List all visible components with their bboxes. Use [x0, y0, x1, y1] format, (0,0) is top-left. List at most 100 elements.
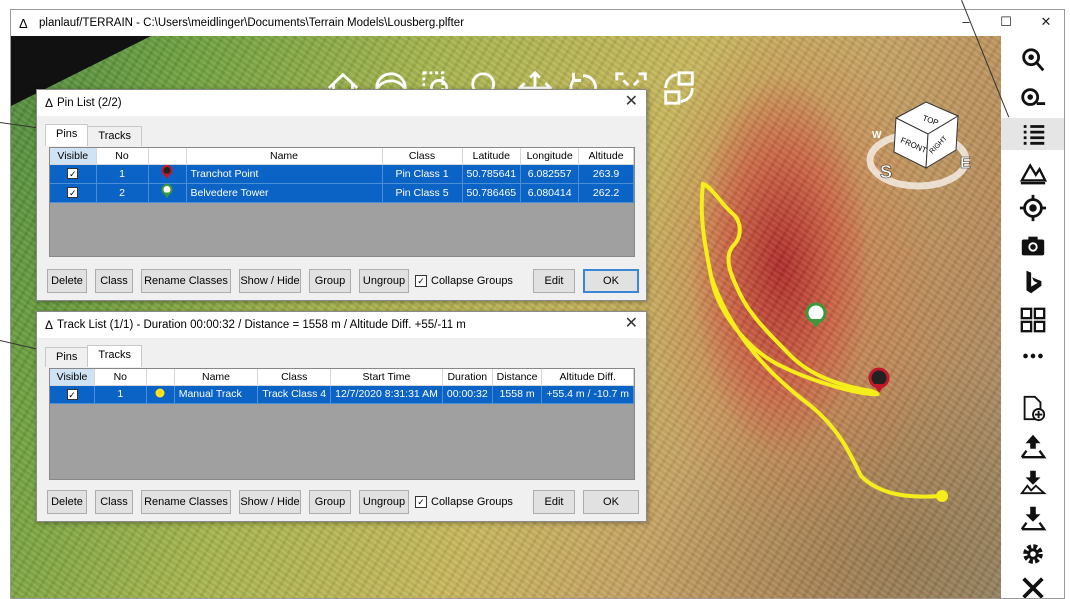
class-button[interactable]: Class: [95, 490, 133, 514]
bing-icon[interactable]: [1013, 266, 1053, 298]
tab-pins[interactable]: Pins: [45, 347, 89, 367]
row-class: Pin Class 5: [382, 183, 463, 203]
edit-button[interactable]: Edit: [533, 490, 575, 514]
delete-button[interactable]: Delete: [47, 269, 87, 293]
camera-icon[interactable]: [1013, 230, 1053, 262]
col-altitude[interactable]: Altitude: [578, 148, 634, 165]
find-icon[interactable]: [1013, 82, 1053, 114]
track-dialog-buttons: Delete Class Rename Classes Show / Hide …: [47, 489, 647, 515]
track-dialog-titlebar: Δ Track List (1/1) - Duration 00:00:32 /…: [37, 312, 646, 338]
list-icon[interactable]: [1001, 118, 1064, 150]
col-name[interactable]: Name: [174, 369, 259, 386]
show-hide-button[interactable]: Show / Hide: [239, 490, 301, 514]
tab-tracks[interactable]: Tracks: [87, 345, 142, 367]
group-button[interactable]: Group: [309, 490, 351, 514]
perspective-icon[interactable]: [657, 66, 701, 110]
ungroup-button[interactable]: Ungroup: [359, 490, 409, 514]
app-logo-icon: Δ: [19, 15, 28, 31]
col-duration[interactable]: Duration: [442, 369, 493, 386]
track-list-dialog: Δ Track List (1/1) - Duration 00:00:32 /…: [36, 311, 647, 522]
row-altitude-diff: +55.4 m / -10.7 m: [541, 385, 634, 404]
ok-button[interactable]: OK: [583, 490, 639, 514]
col-name[interactable]: Name: [186, 148, 383, 165]
ungroup-button[interactable]: Ungroup: [359, 269, 409, 293]
right-sidebar: [1001, 36, 1064, 598]
ok-button[interactable]: OK: [583, 269, 639, 293]
compass-east: E: [960, 155, 971, 172]
compass-south: S: [880, 162, 892, 182]
track-dialog-close-button[interactable]: ✕: [625, 316, 638, 332]
download-icon[interactable]: [1013, 502, 1053, 534]
pin-dialog-titlebar: Δ Pin List (2/2) ✕: [37, 90, 646, 116]
track-end-point: [936, 490, 948, 502]
more-icon[interactable]: [1013, 340, 1053, 372]
row-class: Pin Class 1: [382, 164, 463, 184]
row-name: Manual Track: [174, 385, 259, 404]
row-no: 1: [96, 164, 149, 184]
new-file-icon[interactable]: [1013, 392, 1053, 424]
row-latitude: 50.785641: [462, 164, 522, 184]
row-no: 1: [94, 385, 147, 404]
col-longitude[interactable]: Longitude: [520, 148, 580, 165]
pin-list-dialog: Δ Pin List (2/2) ✕ Pins Tracks Visible N…: [36, 89, 647, 301]
group-button[interactable]: Group: [309, 269, 351, 293]
col-altitude-diff[interactable]: Altitude Diff.: [541, 369, 634, 386]
col-no[interactable]: No: [94, 369, 147, 386]
col-icon[interactable]: [148, 148, 187, 165]
download-terrain-icon[interactable]: [1013, 466, 1053, 498]
row-distance: 1558 m: [492, 385, 543, 404]
row-altitude: 262.2: [578, 183, 634, 203]
class-button[interactable]: Class: [95, 269, 133, 293]
maximize-button[interactable]: ☐: [986, 10, 1026, 36]
upload-icon[interactable]: [1013, 430, 1053, 462]
col-icon[interactable]: [146, 369, 175, 386]
table-row[interactable]: ✓ 2 Belvedere Tower Pin Class 5 50.78646…: [50, 183, 634, 203]
track-path: [699, 181, 942, 499]
table-row[interactable]: ✓ 1 Tranchot Point Pin Class 1 50.785641…: [50, 164, 634, 184]
app-logo-icon: Δ: [45, 96, 54, 110]
col-distance[interactable]: Distance: [492, 369, 543, 386]
tab-pins[interactable]: Pins: [45, 124, 89, 146]
row-duration: 00:00:32: [442, 385, 493, 404]
search-pin-icon[interactable]: [1013, 44, 1053, 76]
col-start-time[interactable]: Start Time: [330, 369, 443, 386]
edit-button[interactable]: Edit: [533, 269, 575, 293]
col-class[interactable]: Class: [257, 369, 332, 386]
col-visible[interactable]: Visible: [50, 148, 97, 165]
grid-icon[interactable]: [1013, 304, 1053, 336]
col-class[interactable]: Class: [382, 148, 463, 165]
rename-classes-button[interactable]: Rename Classes: [141, 269, 231, 293]
pin-dialog-title: Pin List (2/2): [57, 97, 122, 109]
track-grid: Visible No Name Class Start Time Duratio…: [49, 368, 635, 480]
col-visible[interactable]: Visible: [50, 369, 95, 386]
close-window-button[interactable]: ✕: [1026, 10, 1064, 36]
checkbox-check-icon: ✓: [415, 275, 427, 287]
settings-icon[interactable]: [1013, 538, 1053, 570]
pin-dialog-close-button[interactable]: ✕: [625, 94, 638, 110]
checkbox-check-icon: ✓: [415, 496, 427, 508]
visible-checkbox[interactable]: ✓: [67, 187, 79, 199]
window-title: planlauf/TERRAIN - C:\Users\meidlinger\D…: [39, 17, 465, 29]
collapse-groups-checkbox[interactable]: ✓ Collapse Groups: [415, 275, 527, 287]
col-no[interactable]: No: [96, 148, 149, 165]
row-altitude: 263.9: [578, 164, 634, 184]
pin-dialog-buttons: Delete Class Rename Classes Show / Hide …: [47, 268, 647, 294]
delete-button[interactable]: Delete: [47, 490, 87, 514]
show-hide-button[interactable]: Show / Hide: [239, 269, 301, 293]
view-cube[interactable]: TOP FRONT RIGHT S E W: [866, 88, 976, 198]
target-icon[interactable]: [1013, 192, 1053, 224]
collapse-groups-checkbox[interactable]: ✓ Collapse Groups: [415, 496, 527, 508]
table-row[interactable]: ✓ 1 Manual Track Track Class 4 12/7/2020…: [50, 385, 634, 404]
close-icon[interactable]: [1013, 572, 1053, 598]
visible-checkbox[interactable]: ✓: [66, 388, 78, 400]
track-dialog-title: Track List (1/1) - Duration 00:00:32 / D…: [57, 319, 466, 331]
terrain-icon[interactable]: [1013, 156, 1053, 188]
rename-classes-button[interactable]: Rename Classes: [141, 490, 231, 514]
tab-tracks[interactable]: Tracks: [87, 126, 142, 146]
col-latitude[interactable]: Latitude: [462, 148, 522, 165]
row-longitude: 6.082557: [520, 164, 580, 184]
visible-checkbox[interactable]: ✓: [67, 168, 79, 180]
track-color-dot-icon: [155, 388, 165, 397]
pin-dialog-tabs: Pins Tracks: [45, 124, 142, 148]
row-start-time: 12/7/2020 8:31:31 AM: [330, 385, 443, 404]
